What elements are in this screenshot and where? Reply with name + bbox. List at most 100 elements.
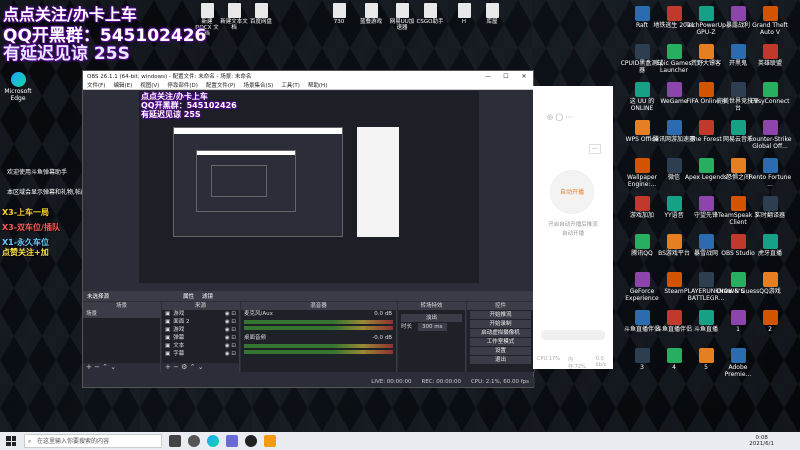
top-file-icon[interactable]: 网易UU加速器 bbox=[388, 3, 416, 31]
app-icon bbox=[666, 158, 682, 173]
properties-button[interactable]: 属性 bbox=[183, 292, 194, 300]
menu-item[interactable]: 场景集合(S) bbox=[243, 81, 273, 89]
top-file-icon[interactable]: 蓝叠游戏 bbox=[357, 3, 385, 25]
obs-titlebar[interactable]: OBS 26.1.1 (64-bit, windows) - 配置文件: 未命名… bbox=[83, 71, 533, 81]
eye-icon[interactable]: ◉ ⊡ bbox=[225, 326, 236, 334]
eye-icon[interactable]: ◉ ⊡ bbox=[225, 350, 236, 358]
obs-taskbar-icon[interactable] bbox=[245, 435, 257, 447]
app-icon bbox=[666, 196, 682, 211]
desktop-icon-label: 开黑鬼 bbox=[728, 60, 747, 67]
obs-statusbar: LIVE: 00:00:00 REC: 00:00:00 CPU: 2.1%, … bbox=[83, 377, 535, 387]
edge-taskbar-icon[interactable] bbox=[207, 435, 219, 447]
app-icon bbox=[666, 234, 682, 249]
source-type-icon: ▣ bbox=[165, 311, 171, 317]
minimize-icon[interactable]: — bbox=[479, 73, 497, 80]
eye-icon[interactable]: ◉ ⊡ bbox=[225, 334, 236, 342]
maximize-icon[interactable]: ☐ bbox=[497, 73, 515, 80]
source-item[interactable]: ▣ 游戏 ◉ ⊡ bbox=[162, 326, 239, 334]
transition-select[interactable]: 淡出 bbox=[401, 314, 462, 322]
app-icon bbox=[762, 44, 778, 59]
source-item[interactable]: ▣ 弹幕 ◉ ⊡ bbox=[162, 334, 239, 342]
task-view-icon[interactable] bbox=[169, 435, 181, 447]
gift-line-1: X3-上车一局 bbox=[2, 208, 50, 217]
mixer-panel: 混音器 麦克风/Aux 0.0 dB 桌面音频 -0.0 dB bbox=[241, 302, 397, 372]
desktop-icon-label: Steam bbox=[664, 288, 684, 295]
duration-input[interactable]: 300 ms bbox=[418, 323, 447, 331]
control-button[interactable]: 设置 bbox=[470, 347, 531, 355]
top-file-icon[interactable]: 730 bbox=[325, 3, 353, 25]
desktop-icon[interactable]: EasyConnect bbox=[748, 82, 792, 105]
menu-item[interactable]: 工具(T) bbox=[281, 81, 300, 89]
menu-item[interactable]: 视图(V) bbox=[140, 81, 159, 89]
source-toolbar: 未选择源 属性 滤镜 bbox=[83, 291, 535, 301]
menu-item[interactable]: 停靠部件(D) bbox=[167, 81, 198, 89]
filters-button[interactable]: 滤镜 bbox=[202, 292, 213, 300]
transitions-panel: 转场特效 淡出 时长 300 ms bbox=[398, 302, 466, 372]
desktop-icon-label: 5 bbox=[704, 364, 708, 371]
sources-footer: + − ⚙ ⌃ ⌄ bbox=[162, 363, 239, 372]
menu-item[interactable]: 文件(F) bbox=[87, 81, 105, 89]
control-button[interactable]: 工作室模式 bbox=[470, 338, 531, 346]
app-icon bbox=[666, 120, 682, 135]
app-icon bbox=[634, 272, 650, 287]
app-icon bbox=[666, 348, 682, 363]
desktop-icon[interactable]: 英雄联盟 bbox=[748, 44, 792, 67]
control-button[interactable]: 开始推流 bbox=[470, 311, 531, 319]
file-icon bbox=[332, 3, 346, 18]
control-button[interactable]: 退出 bbox=[470, 356, 531, 364]
desktop-icon[interactable]: 2 bbox=[748, 310, 792, 333]
cortana-icon[interactable] bbox=[188, 435, 200, 447]
search-icon: ⌕ bbox=[28, 438, 32, 445]
desktop-icon-edge[interactable]: Microsoft Edge bbox=[0, 72, 40, 102]
desktop-icon[interactable]: 实时翻译器 bbox=[748, 196, 792, 219]
file-icon bbox=[254, 3, 268, 18]
desktop-icon-label: YY语音 bbox=[664, 212, 684, 219]
windows-start-icon[interactable] bbox=[6, 436, 16, 446]
channel-db: 0.0 dB bbox=[374, 311, 392, 317]
top-file-icon[interactable]: H bbox=[450, 3, 478, 25]
control-button[interactable]: 开始录制 bbox=[470, 320, 531, 328]
desktop-icon-label: 守望先锋 bbox=[693, 212, 718, 219]
app-icon bbox=[666, 82, 682, 97]
desktop-icon[interactable]: Grand Theft Auto V bbox=[748, 6, 792, 36]
app-icon bbox=[634, 196, 650, 211]
file-icon bbox=[423, 3, 437, 18]
close-icon[interactable]: ✕ bbox=[515, 73, 533, 80]
source-type-icon: ▣ bbox=[165, 319, 171, 325]
source-item[interactable]: ▣ 文本 ◉ ⊡ bbox=[162, 342, 239, 350]
top-file-icon[interactable]: CSGO助手 bbox=[416, 3, 444, 25]
source-item[interactable]: ▣ 游戏 ◉ ⊡ bbox=[162, 310, 239, 318]
menu-item[interactable]: 帮助(H) bbox=[308, 81, 327, 89]
eye-icon[interactable]: ◉ ⊡ bbox=[225, 310, 236, 318]
desktop-icon[interactable]: Rento Fortune ... bbox=[748, 158, 792, 188]
desktop-icon[interactable]: Adobe Premie... bbox=[716, 348, 760, 378]
obs-preview[interactable]: 点点关注/办卡上车 QQ开黑群：545102426 有延迟见谅 25S bbox=[139, 91, 479, 283]
menu-item[interactable]: 编辑(E) bbox=[113, 81, 132, 89]
duration-row: 时长 300 ms bbox=[398, 323, 465, 331]
top-file-icon[interactable]: 库屋 bbox=[478, 3, 506, 25]
auto-start-button[interactable]: 自动开播 bbox=[550, 170, 594, 214]
desktop-icon-label: Rento Fortune ... bbox=[748, 174, 792, 188]
desktop-icon[interactable]: 虎牙直播 bbox=[748, 234, 792, 257]
eye-icon[interactable]: ◉ ⊡ bbox=[225, 318, 236, 326]
taskbar-search[interactable]: ⌕ 在这里输入你要搜索的内容 bbox=[24, 434, 162, 448]
taskbar-clock[interactable]: 0:08 2021/6/1 bbox=[749, 435, 774, 447]
source-item[interactable]: ▣ 字幕 ◉ ⊡ bbox=[162, 350, 239, 358]
no-source-label: 未选择源 bbox=[87, 294, 110, 300]
source-item[interactable]: ▣ 面面 2 ◉ ⊡ bbox=[162, 318, 239, 326]
menu-item[interactable]: 配置文件(P) bbox=[206, 81, 236, 89]
scene-item[interactable]: 场景 bbox=[83, 310, 160, 318]
eye-icon[interactable]: ◉ ⊡ bbox=[225, 342, 236, 350]
desktop-icon[interactable]: QQ游戏 bbox=[748, 272, 792, 295]
desktop-icon[interactable]: Counter-Strike Global Off... bbox=[748, 120, 792, 150]
live-assistant-panel[interactable]: ◎ ◯ ⋯ — 自动开播 开启自动开播后推流 自动开播 CPU:17% 内存:7… bbox=[533, 86, 613, 370]
assist-mem: 内存:72% bbox=[567, 357, 586, 370]
obs-window[interactable]: OBS 26.1.1 (64-bit, windows) - 配置文件: 未命名… bbox=[82, 70, 535, 388]
source-label: 字幕 bbox=[173, 351, 185, 357]
control-button[interactable]: 启动虚拟摄像机 bbox=[470, 329, 531, 337]
assist-start-bar[interactable] bbox=[541, 330, 605, 340]
top-file-icon[interactable]: 百度网盘 bbox=[247, 3, 275, 25]
app-taskbar-icon[interactable] bbox=[226, 435, 238, 447]
douyu-taskbar-icon[interactable] bbox=[264, 435, 276, 447]
top-file-icon[interactable]: 新建文本文档 bbox=[220, 3, 248, 31]
